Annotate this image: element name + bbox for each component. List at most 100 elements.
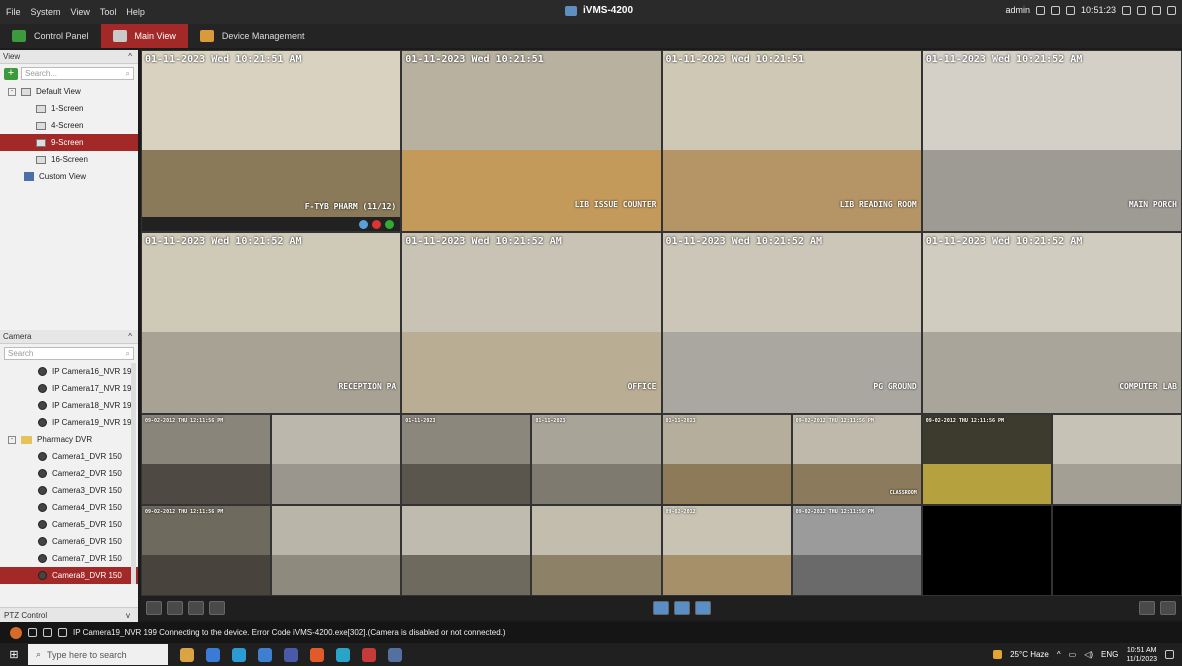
camera-tile[interactable]: 01-11-2023 Wed 10:21:51 LIB ISSUE COUNTER	[401, 50, 662, 232]
speaker-icon[interactable]: ◁)	[1084, 650, 1093, 659]
camera-item[interactable]: IP Camera19_NVR 199	[0, 414, 138, 431]
camera-tile[interactable]	[271, 414, 402, 505]
task-view-icon[interactable]	[206, 647, 220, 662]
camera-tile[interactable]: 01-11-2023	[531, 414, 662, 505]
view-item-9-screen[interactable]: 9-Screen	[0, 134, 138, 151]
taskbar-app-icon[interactable]	[180, 647, 194, 662]
collapse-toggle-icon[interactable]: -	[8, 87, 16, 96]
audio-icon[interactable]	[58, 628, 67, 637]
restore-icon[interactable]	[1152, 5, 1161, 15]
taskbar-search[interactable]: ⌕ Type here to search	[28, 644, 168, 665]
menu-item-view[interactable]: View	[71, 7, 90, 17]
camera-tile[interactable]: 01-11-2023 Wed 10:21:51 AM F-TYB PHARM (1…	[141, 50, 402, 232]
settings-icon[interactable]	[1035, 5, 1045, 15]
camera-item[interactable]: Camera3_DVR 150	[0, 482, 138, 499]
view-item-16-screen[interactable]: 16-Screen	[0, 151, 138, 168]
collapse-icon[interactable]: ^	[128, 332, 132, 341]
camera-tile[interactable]: 01-11-2023 Wed 10:21:52 AM COMPUTER LAB	[921, 232, 1182, 414]
app-icon[interactable]	[362, 647, 376, 662]
log-icon[interactable]	[43, 628, 52, 637]
next-page-icon[interactable]	[695, 601, 711, 615]
view-item-4-screen[interactable]: 4-Screen	[0, 117, 138, 134]
refresh-icon[interactable]	[653, 601, 669, 615]
camera-tile[interactable]: 09-02-2012 THU 12:11:56 PM	[141, 414, 272, 505]
camera-tile[interactable]: 01-11-2023 Wed 10:21:51 LIB READING ROOM	[661, 50, 922, 232]
view-search-input[interactable]: Search... ⌕	[21, 67, 134, 80]
camera-item[interactable]: Camera7_DVR 150	[0, 550, 138, 567]
ivms-taskbar-icon[interactable]	[388, 647, 402, 662]
camera-tile[interactable]: 01-11-2023 Wed 10:21:52 AM PG GROUND	[661, 232, 922, 414]
minimize-icon[interactable]	[1137, 5, 1146, 15]
camera-tile[interactable]: 01-11-2023	[401, 414, 532, 505]
camera-tile[interactable]: 01-11-2023 Wed 10:21:52 AM OFFICE	[401, 232, 662, 414]
fullscreen-icon[interactable]	[1160, 601, 1176, 615]
ptz-control-header[interactable]: PTZ Control v	[0, 607, 138, 623]
browser-icon[interactable]	[336, 647, 350, 662]
device-folder[interactable]: - Pharmacy DVR	[0, 431, 138, 448]
view-item-1-screen[interactable]: 1-Screen	[0, 100, 138, 117]
file-explorer-icon[interactable]	[258, 647, 272, 662]
notification-icon[interactable]	[1165, 650, 1174, 659]
camera-tile[interactable]: 09-02-2012 THU 12:11:56 PM	[921, 414, 1052, 505]
menu-item-tool[interactable]: Tool	[100, 7, 117, 17]
camera-search-input[interactable]: Search ⌕	[4, 347, 134, 360]
add-view-button[interactable]: +	[4, 67, 18, 80]
camera-tile[interactable]	[401, 505, 532, 596]
camera-item[interactable]: Camera4_DVR 150	[0, 499, 138, 516]
camera-item[interactable]: Camera6_DVR 150	[0, 533, 138, 550]
camera-item[interactable]: Camera1_DVR 150	[0, 448, 138, 465]
close-icon[interactable]	[1167, 5, 1176, 15]
expand-icon[interactable]: v	[126, 611, 130, 620]
camera-tile[interactable]: 01-11-2023 Wed 10:21:52 AM MAIN PORCH	[921, 50, 1182, 232]
camera-tile[interactable]	[921, 505, 1052, 596]
camera-tile[interactable]	[271, 505, 402, 596]
menu-item-system[interactable]: System	[31, 7, 61, 17]
tab-control-panel[interactable]: Control Panel	[0, 24, 101, 48]
lock-icon[interactable]	[1050, 5, 1060, 15]
camera-tile[interactable]	[1051, 505, 1182, 596]
stop-all-icon[interactable]	[188, 601, 204, 615]
capture-icon[interactable]	[359, 219, 369, 229]
camera-item[interactable]: IP Camera16_NVR 199	[0, 363, 138, 380]
weather-text[interactable]: 25°C Haze	[1010, 650, 1049, 659]
camera-tile[interactable]: 09-02-2012 THU 12:11:56 PM CLASSROOM	[791, 414, 922, 505]
search-icon[interactable]: ⌕	[126, 69, 130, 79]
record-icon[interactable]	[372, 219, 382, 229]
camera-tile[interactable]: 09-02-2012 THU 12:11:56 PM	[791, 505, 922, 596]
menu-item-help[interactable]: Help	[126, 7, 145, 17]
network-icon[interactable]: ▭	[1069, 650, 1077, 659]
tab-device-management[interactable]: Device Management	[188, 24, 317, 48]
camera-item[interactable]: IP Camera17_NVR 199	[0, 380, 138, 397]
camera-tile[interactable]: 09-02-2012 THU 12:11:56 PM	[141, 505, 272, 596]
camera-item[interactable]: IP Camera18_NVR 199	[0, 397, 138, 414]
edge-icon[interactable]	[232, 647, 246, 662]
search-icon[interactable]: ⌕	[126, 349, 130, 359]
view-item-custom-view[interactable]: Custom View	[0, 168, 138, 185]
menu-item-file[interactable]: File	[6, 7, 21, 17]
camera-tile[interactable]: 01-11-2023 Wed 10:21:52 AM RECEPTION PA	[141, 232, 402, 414]
layout-1-icon[interactable]	[146, 601, 162, 615]
camera-tile[interactable]	[531, 505, 662, 596]
taskbar-clock[interactable]: 10:51 AM 11/1/2023	[1126, 646, 1157, 664]
pin-icon[interactable]	[1122, 5, 1131, 15]
tab-main-view[interactable]: Main View	[100, 24, 188, 48]
grid-icon[interactable]	[1065, 5, 1075, 15]
tray-chevron-icon[interactable]: ^	[1057, 650, 1061, 659]
window-division-icon[interactable]	[1139, 601, 1155, 615]
previous-page-icon[interactable]	[674, 601, 690, 615]
collapse-toggle-icon[interactable]: -	[8, 435, 16, 444]
chrome-icon[interactable]	[310, 647, 324, 662]
ptz-icon[interactable]	[385, 219, 395, 229]
view-item-default-view[interactable]: - Default View	[0, 83, 138, 100]
camera-item[interactable]: Camera2_DVR 150	[0, 465, 138, 482]
view-panel-header[interactable]: View ^	[0, 50, 138, 64]
store-icon[interactable]	[284, 647, 298, 662]
camera-tile[interactable]: 09-02-2012	[661, 505, 792, 596]
event-icon[interactable]	[28, 628, 37, 637]
camera-list-scrollbar[interactable]	[131, 363, 136, 584]
camera-tile[interactable]: 01-11-2023	[661, 414, 792, 505]
layout-4-icon[interactable]	[167, 601, 183, 615]
language-indicator[interactable]: ENG	[1101, 650, 1118, 659]
camera-item[interactable]: Camera5_DVR 150	[0, 516, 138, 533]
camera-panel-header[interactable]: Camera ^	[0, 330, 138, 344]
